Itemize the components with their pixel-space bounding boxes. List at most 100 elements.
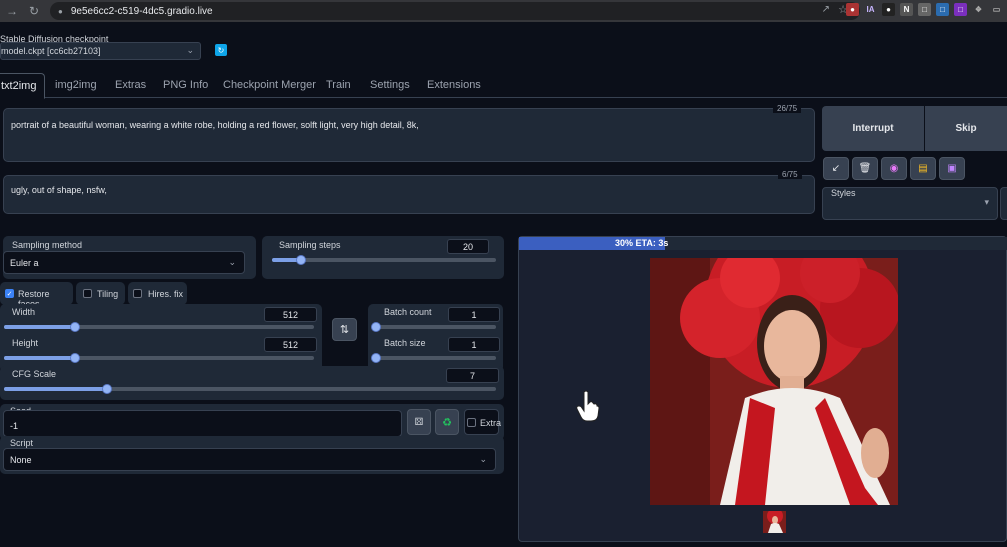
progress-bar: 30% ETA: 3s (519, 237, 1007, 250)
sampling-method-label: Sampling method (12, 240, 83, 250)
caret-down-icon: ▾ (984, 197, 989, 207)
batch-count-input[interactable]: 1 (448, 307, 500, 322)
tab-extras[interactable]: Extras (115, 79, 146, 91)
script-label: Script (10, 438, 34, 448)
sampling-steps-slider[interactable] (272, 255, 496, 265)
extension-icon[interactable]: □ (954, 3, 967, 16)
arrow-down-left-icon: ↙ (831, 163, 841, 174)
extension-icon[interactable]: ● (846, 3, 859, 16)
swap-arrows-icon: ⇅ (339, 324, 350, 336)
negative-prompt-token-count: 6/75 (778, 170, 802, 179)
slider-thumb[interactable] (371, 322, 381, 332)
progress-text: 30% ETA: 3s (615, 238, 669, 248)
skip-button[interactable]: Skip (925, 106, 1007, 151)
seed-value: -1 (10, 421, 19, 431)
script-value: None (10, 454, 32, 465)
random-seed-button[interactable]: ⚄ (407, 409, 431, 435)
cfg-scale-label: CFG Scale (12, 369, 57, 379)
share-icon[interactable]: ↗ (822, 4, 830, 15)
slider-thumb[interactable] (371, 353, 381, 363)
cfg-scale-input[interactable]: 7 (446, 368, 499, 383)
extension-icon[interactable]: □ (918, 3, 931, 16)
extension-puzzle-icon[interactable]: ❖ (972, 3, 985, 16)
batch-count-slider[interactable] (371, 322, 496, 332)
sampling-steps-input[interactable]: 20 (447, 239, 489, 254)
negative-prompt-textarea[interactable]: ugly, out of shape, nsfw, (3, 175, 815, 214)
extra-networks-icon: ◉ (889, 163, 899, 174)
slider-fill (4, 325, 76, 329)
batch-size-input[interactable]: 1 (448, 337, 500, 352)
url-text: 9e5e6cc2-c519-4dc5.gradio.live (70, 5, 213, 17)
apply-style-button[interactable]: ▤ (910, 157, 936, 180)
tiling-label: Tiling (97, 289, 119, 299)
slider-fill (4, 356, 76, 360)
generated-image[interactable] (650, 258, 898, 505)
styles-dropdown[interactable]: Styles ▾ (822, 187, 998, 220)
swap-dimensions-button[interactable]: ⇅ (332, 318, 357, 341)
save-style-button[interactable]: ▣ (939, 157, 965, 180)
save-icon: ▣ (947, 163, 957, 174)
slider-thumb[interactable] (296, 255, 307, 265)
sidebar-icon[interactable]: ▭ (990, 3, 1003, 16)
cfg-scale-slider[interactable] (4, 384, 496, 394)
tab-settings[interactable]: Settings (370, 79, 410, 91)
tab-img2img[interactable]: img2img (55, 79, 97, 91)
height-slider[interactable] (4, 353, 314, 363)
seed-input[interactable]: -1 (3, 410, 402, 437)
script-dropdown[interactable]: None ⌄ (3, 448, 496, 471)
extension-icon[interactable]: N (900, 3, 913, 16)
slider-thumb[interactable] (102, 384, 113, 394)
tab-txt2img[interactable]: txt2img (0, 73, 46, 99)
interrupt-button[interactable]: Interrupt (822, 106, 924, 151)
prompt-textarea[interactable]: portrait of a beautiful woman, wearing a… (3, 108, 815, 162)
hires-fix-option[interactable]: Hires. fix (128, 282, 187, 305)
reuse-seed-button[interactable]: ♻ (435, 409, 459, 435)
slider-fill (4, 387, 108, 391)
batch-size-label: Batch size (384, 338, 426, 348)
width-label: Width (12, 307, 36, 317)
dimensions-panel: Width 512 Height 512 (0, 304, 322, 372)
address-bar[interactable]: ● 9e5e6cc2-c519-4dc5.gradio.live ↗ ☆ (50, 2, 860, 20)
hires-fix-checkbox[interactable] (133, 289, 142, 298)
cfg-scale-panel: CFG Scale 7 (0, 366, 504, 400)
tab-extensions[interactable]: Extensions (427, 79, 481, 91)
read-params-button[interactable]: ↙ (823, 157, 849, 180)
extension-ia-icon[interactable]: IA (864, 3, 877, 16)
extension-icon[interactable]: □ (936, 3, 949, 16)
width-slider[interactable] (4, 322, 314, 332)
sampling-method-dropdown[interactable]: Euler a ⌄ (3, 251, 245, 274)
tiling-option[interactable]: Tiling (76, 282, 125, 305)
styles-label: Styles (831, 188, 856, 198)
negative-prompt-text: ugly, out of shape, nsfw, (11, 185, 107, 195)
extra-checkbox[interactable] (467, 418, 476, 427)
main-tabs: txt2img img2img Extras PNG Info Checkpoi… (0, 73, 1007, 99)
height-input[interactable]: 512 (264, 337, 317, 352)
extra-seed-option[interactable]: Extra (464, 409, 502, 435)
slider-thumb[interactable] (70, 322, 81, 332)
restore-faces-option[interactable]: ✓ Restore faces (0, 282, 73, 309)
batch-panel: Batch count 1 Batch size 1 (368, 304, 503, 372)
tab-checkpoint-merger[interactable]: Checkpoint Merger (223, 79, 316, 91)
sampling-steps-panel: Sampling steps 20 (262, 236, 504, 279)
clear-prompt-button[interactable]: 🗑 (852, 157, 878, 180)
tab-train[interactable]: Train (326, 79, 351, 91)
batch-size-slider[interactable] (371, 353, 496, 363)
reload-icon[interactable]: ↻ (24, 1, 44, 21)
extra-networks-button[interactable]: ◉ (881, 157, 907, 180)
restore-faces-checkbox[interactable]: ✓ (5, 289, 14, 298)
height-label: Height (12, 338, 39, 348)
sampling-method-value: Euler a (10, 257, 39, 268)
extra-label: Extra (480, 418, 502, 428)
image-thumbnail[interactable] (763, 511, 786, 533)
refresh-checkpoint-button[interactable]: ↻ (215, 44, 227, 56)
extension-icon[interactable]: ● (882, 3, 895, 16)
forward-icon[interactable]: → (2, 1, 22, 21)
checkpoint-value: model.ckpt [cc6cb27103] (1, 46, 101, 56)
width-input[interactable]: 512 (264, 307, 317, 322)
tab-png-info[interactable]: PNG Info (163, 79, 208, 91)
chevron-down-icon: ⌄ (186, 45, 194, 55)
styles-side-button[interactable] (1000, 187, 1007, 220)
slider-thumb[interactable] (70, 353, 81, 363)
tiling-checkbox[interactable] (83, 289, 92, 298)
checkpoint-dropdown[interactable]: model.ckpt [cc6cb27103] ⌄ (0, 42, 201, 60)
